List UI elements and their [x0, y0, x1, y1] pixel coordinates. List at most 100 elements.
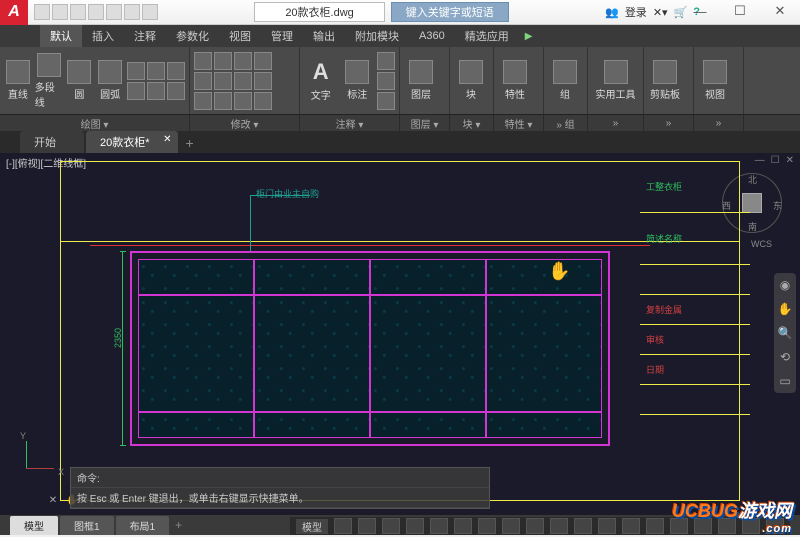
- tool-text[interactable]: A文字: [304, 59, 338, 102]
- tool-line[interactable]: 直线: [4, 60, 32, 101]
- tool-circle[interactable]: 圆: [66, 60, 94, 101]
- small-tool[interactable]: [377, 92, 395, 110]
- close-button[interactable]: ✕: [760, 0, 800, 22]
- small-tool[interactable]: [214, 72, 232, 90]
- status-model[interactable]: 模型: [296, 519, 328, 534]
- small-tool[interactable]: [194, 72, 212, 90]
- vp-restore-icon[interactable]: ☐: [771, 155, 780, 166]
- small-tool[interactable]: [194, 92, 212, 110]
- status-snap-icon[interactable]: [358, 518, 376, 534]
- doc-tab-close-icon[interactable]: ✕: [163, 134, 171, 145]
- nav-zoom-icon[interactable]: 🔍: [777, 325, 793, 341]
- group-label-modify[interactable]: 修改 ▾: [190, 115, 300, 131]
- small-tool[interactable]: [147, 82, 165, 100]
- small-tool[interactable]: [194, 52, 212, 70]
- small-tool[interactable]: [234, 52, 252, 70]
- tab-parametric[interactable]: 参数化: [166, 25, 219, 47]
- cmd-close-icon[interactable]: ✕: [44, 491, 62, 509]
- tab-a360[interactable]: A360: [409, 27, 455, 45]
- status-workspace-icon[interactable]: [574, 518, 592, 534]
- layout-tab-2[interactable]: 布局1: [116, 516, 170, 535]
- status-osnap-icon[interactable]: [430, 518, 448, 534]
- tool-polyline[interactable]: 多段线: [35, 53, 63, 109]
- group-label-group[interactable]: » 组: [544, 115, 588, 131]
- tab-view[interactable]: 视图: [219, 25, 261, 47]
- nav-showmotion-icon[interactable]: ▭: [777, 373, 793, 389]
- tool-layers[interactable]: 图层: [404, 60, 438, 101]
- app-logo[interactable]: A: [0, 0, 28, 25]
- status-ortho-icon[interactable]: [382, 518, 400, 534]
- command-line[interactable]: 命令: 按 Esc 或 Enter 键退出，或单击右键显示快捷菜单。: [70, 467, 490, 509]
- small-tool[interactable]: [214, 52, 232, 70]
- small-tool[interactable]: [254, 72, 272, 90]
- tool-properties[interactable]: 特性: [498, 60, 532, 101]
- status-lweight-icon[interactable]: [478, 518, 496, 534]
- group-label-draw[interactable]: 绘图 ▾: [0, 115, 190, 131]
- small-tool[interactable]: [214, 92, 232, 110]
- tab-manage[interactable]: 管理: [261, 25, 303, 47]
- status-annomonitor-icon[interactable]: [598, 518, 616, 534]
- group-label-view[interactable]: »: [694, 115, 744, 131]
- qat-new-icon[interactable]: [34, 4, 50, 20]
- drawing-canvas[interactable]: [-][俯视][二维线框] — ☐ ✕ 北 南 东 西 WCS ◉ ✋ 🔍 ⟲ …: [0, 153, 800, 515]
- qat-open-icon[interactable]: [52, 4, 68, 20]
- doc-tab-current[interactable]: 20款衣柜*✕: [86, 131, 178, 153]
- small-tool[interactable]: [127, 62, 145, 80]
- vp-close-icon[interactable]: ✕: [786, 155, 794, 166]
- tab-featured[interactable]: 精选应用: [455, 25, 519, 47]
- small-tool[interactable]: [234, 92, 252, 110]
- tool-dimension[interactable]: 标注: [341, 60, 375, 101]
- doc-tab-add-button[interactable]: +: [186, 135, 194, 153]
- ucs-icon[interactable]: Y X: [20, 435, 60, 475]
- qat-plot-icon[interactable]: [106, 4, 122, 20]
- exchange-icon[interactable]: ✕▾: [653, 6, 668, 19]
- small-tool[interactable]: [127, 82, 145, 100]
- tab-play-icon[interactable]: ▶: [525, 31, 533, 42]
- status-transparency-icon[interactable]: [502, 518, 520, 534]
- status-annoscale-icon[interactable]: [550, 518, 568, 534]
- small-tool[interactable]: [254, 92, 272, 110]
- nav-pan-icon[interactable]: ✋: [777, 301, 793, 317]
- minimize-button[interactable]: —: [680, 0, 720, 22]
- qat-saveas-icon[interactable]: [88, 4, 104, 20]
- tool-utilities[interactable]: 实用工具: [592, 60, 639, 101]
- tab-default[interactable]: 默认: [40, 25, 82, 47]
- small-tool[interactable]: [377, 72, 395, 90]
- status-quickprops-icon[interactable]: [646, 518, 664, 534]
- layout-add-button[interactable]: +: [175, 518, 182, 532]
- tab-output[interactable]: 输出: [303, 25, 345, 47]
- tool-group[interactable]: 组: [548, 60, 582, 101]
- status-units-icon[interactable]: [622, 518, 640, 534]
- status-cycling-icon[interactable]: [526, 518, 544, 534]
- small-tool[interactable]: [167, 62, 185, 80]
- vp-minimize-icon[interactable]: —: [755, 155, 765, 166]
- nav-orbit-icon[interactable]: ⟲: [777, 349, 793, 365]
- layout-tab-1[interactable]: 图框1: [60, 516, 114, 535]
- qat-save-icon[interactable]: [70, 4, 86, 20]
- group-label-annotate[interactable]: 注释 ▾: [300, 115, 400, 131]
- group-label-block[interactable]: 块 ▾: [450, 115, 494, 131]
- signin-label[interactable]: 登录: [625, 4, 647, 20]
- small-tool[interactable]: [234, 72, 252, 90]
- qat-redo-icon[interactable]: [142, 4, 158, 20]
- doc-tab-start[interactable]: 开始: [20, 131, 84, 153]
- group-label-util[interactable]: »: [588, 115, 644, 131]
- group-label-props[interactable]: 特性 ▾: [494, 115, 544, 131]
- small-tool[interactable]: [377, 52, 395, 70]
- small-tool[interactable]: [147, 62, 165, 80]
- tool-clipboard[interactable]: 剪贴板: [648, 60, 682, 101]
- tool-block[interactable]: 块: [454, 60, 488, 101]
- group-label-clip[interactable]: »: [644, 115, 694, 131]
- tab-addins[interactable]: 附加模块: [345, 25, 409, 47]
- nav-wheel-icon[interactable]: ◉: [777, 277, 793, 293]
- tab-annotate[interactable]: 注释: [124, 25, 166, 47]
- status-grid-icon[interactable]: [334, 518, 352, 534]
- signin-icon[interactable]: 👥: [605, 6, 619, 19]
- wcs-label[interactable]: WCS: [751, 239, 772, 249]
- group-label-layers[interactable]: 图层 ▾: [400, 115, 450, 131]
- tool-arc[interactable]: 圆弧: [96, 60, 124, 101]
- maximize-button[interactable]: ☐: [720, 0, 760, 22]
- status-polar-icon[interactable]: [406, 518, 424, 534]
- infocenter-search[interactable]: 键入关键字或短语: [391, 2, 509, 22]
- status-otrack-icon[interactable]: [454, 518, 472, 534]
